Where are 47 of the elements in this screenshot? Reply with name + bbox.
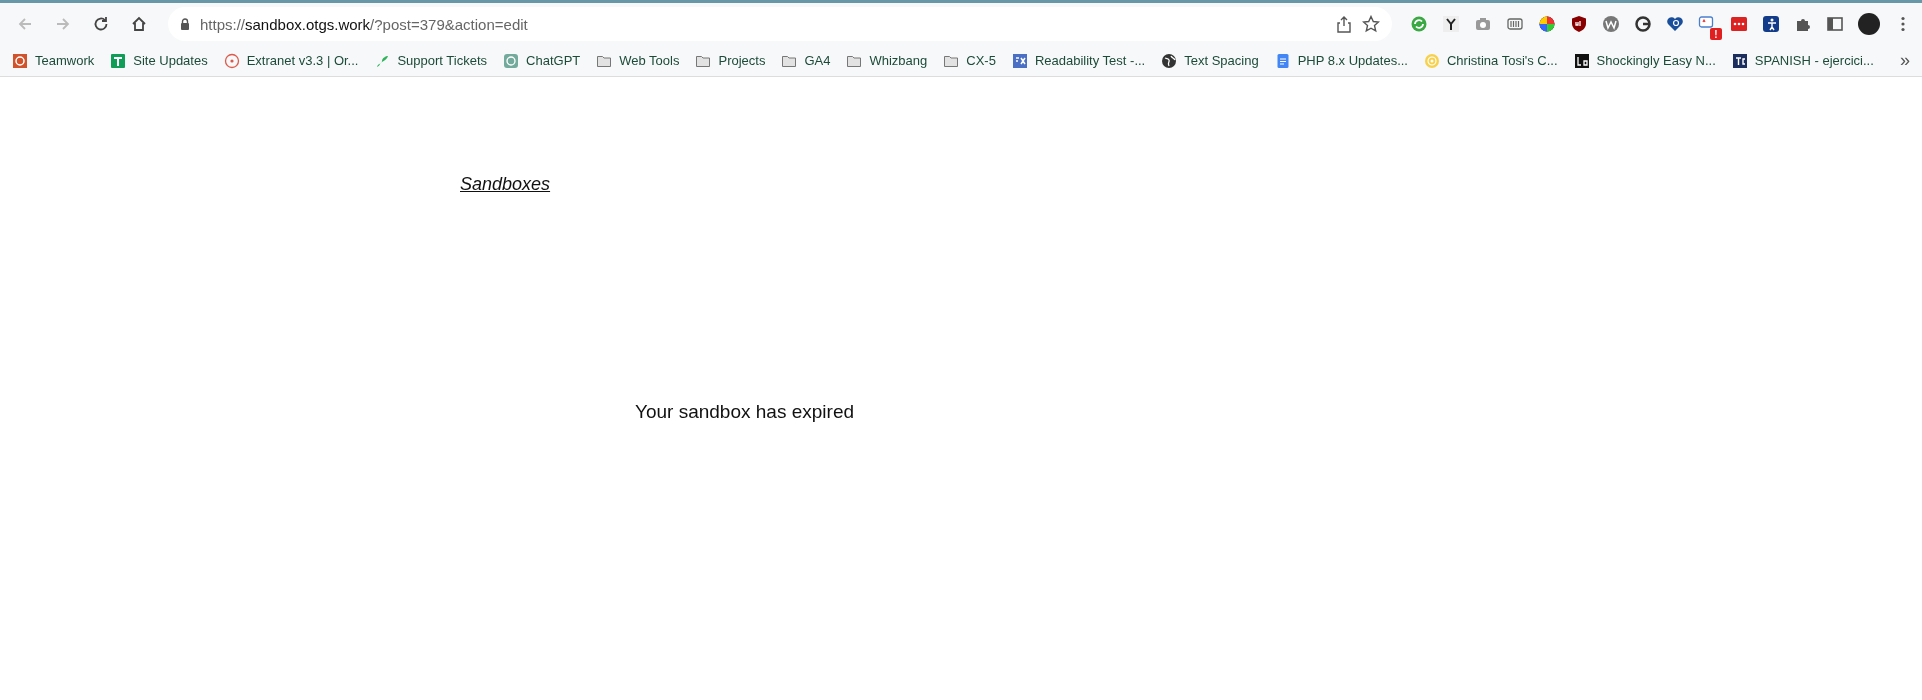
home-icon[interactable] — [130, 15, 148, 33]
bookmark[interactable]: Extranet v3.3 | Or... — [223, 50, 359, 71]
bookmark-folder[interactable]: Web Tools — [596, 50, 680, 71]
barcode-icon[interactable] — [1506, 15, 1524, 33]
bookmark[interactable]: PHP 8.x Updates... — [1274, 50, 1408, 71]
reload-icon[interactable] — [92, 15, 110, 33]
shield-icon[interactable] — [1570, 15, 1588, 33]
bookmark[interactable]: Readability Test -... — [1011, 50, 1146, 71]
knot-icon — [503, 52, 520, 69]
ring-icon[interactable] — [1634, 15, 1652, 33]
bookmark[interactable]: SPANISH - ejercici... — [1731, 50, 1874, 71]
url-text: https://sandbox.otgs.work/?post=379&action=edit — [200, 15, 528, 33]
bookmark[interactable]: Site Updates — [110, 50, 208, 71]
square-icon — [1573, 52, 1590, 69]
bookmark[interactable]: Support Tickets — [374, 50, 488, 71]
bookmark-folder[interactable]: GA4 — [781, 50, 831, 71]
star-icon[interactable] — [1362, 15, 1380, 33]
accessibility-icon[interactable] — [1762, 15, 1780, 33]
bookmark-folder[interactable]: CX-5 — [943, 50, 996, 71]
target-icon — [12, 52, 28, 69]
sidebar-icon[interactable] — [1826, 15, 1844, 33]
bookmark[interactable]: Text Spacing — [1161, 50, 1259, 71]
bookmark[interactable]: Shockingly Easy N... — [1573, 50, 1716, 71]
overflow-button[interactable]: » — [1900, 50, 1910, 71]
expired-message: Your sandbox has expired — [635, 401, 854, 422]
document-icon — [1274, 52, 1291, 69]
bookmark[interactable]: ChatGPT — [503, 50, 581, 71]
globe-icon — [1161, 52, 1178, 69]
sandboxes-link[interactable]: Sandboxes — [460, 174, 551, 195]
bookmark[interactable]: Teamwork — [12, 50, 95, 71]
bookmark-folder[interactable]: Projects — [695, 50, 766, 71]
alert-badge: ! — [1710, 28, 1722, 40]
share-icon[interactable] — [1336, 15, 1352, 33]
cross-icon — [110, 52, 127, 69]
target-icon — [223, 52, 240, 69]
color-wheel-icon[interactable] — [1538, 15, 1556, 33]
square-icon — [1731, 52, 1748, 69]
heart-icon[interactable] — [1666, 15, 1684, 33]
sync-icon[interactable] — [1410, 15, 1428, 33]
lock-icon — [180, 18, 190, 30]
dots-icon[interactable] — [1730, 15, 1748, 33]
spiral-icon — [1424, 52, 1440, 69]
camera-icon[interactable] — [1474, 15, 1492, 33]
bookmark[interactable]: Christina Tosi's C... — [1424, 50, 1558, 71]
avatar[interactable] — [1858, 13, 1880, 35]
bookmark-folder[interactable]: Whizbang — [846, 50, 928, 71]
address-bar[interactable]: https://sandbox.otgs.work/?post=379&action=edit — [168, 7, 1392, 41]
